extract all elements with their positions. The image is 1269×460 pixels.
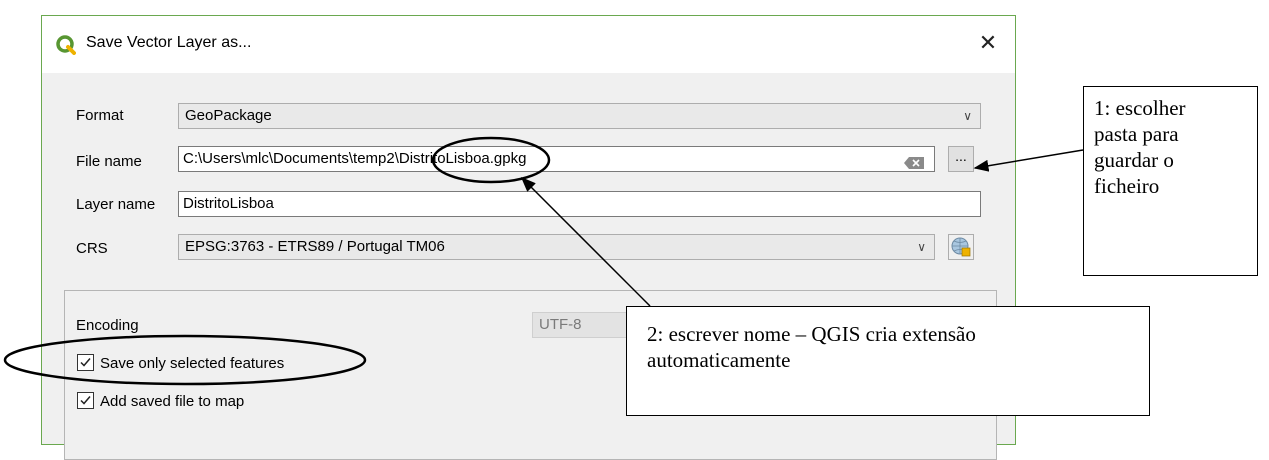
crs-selector-button[interactable] bbox=[948, 234, 974, 260]
globe-icon bbox=[950, 237, 972, 261]
crs-select[interactable]: EPSG:3763 - ETRS89 / Portugal TM06 ∨ bbox=[178, 234, 935, 260]
callout-folder-line2: pasta para bbox=[1094, 122, 1179, 146]
callout-filename: 2: escrever nome – QGIS cria extensão au… bbox=[626, 306, 1150, 416]
file-name-label: File name bbox=[76, 153, 142, 170]
file-name-value: C:\Users\mlc\Documents\temp2\DistritoLis… bbox=[183, 150, 527, 167]
browse-button-label: ... bbox=[955, 148, 967, 164]
layer-name-value: DistritoLisboa bbox=[183, 195, 274, 212]
close-button[interactable]: ✕ bbox=[975, 30, 1001, 56]
callout-folder-line1: 1: escolher bbox=[1094, 96, 1186, 120]
callout-filename-line1: 2: escrever nome – QGIS cria extensão bbox=[647, 322, 976, 346]
checkbox-checked-icon bbox=[77, 392, 94, 409]
save-selected-label: Save only selected features bbox=[100, 355, 285, 372]
layer-name-input[interactable]: DistritoLisboa bbox=[178, 191, 981, 217]
dialog-title: Save Vector Layer as... bbox=[86, 34, 252, 51]
format-select[interactable]: GeoPackage ∨ bbox=[178, 103, 981, 129]
clear-text-icon[interactable] bbox=[904, 153, 924, 169]
qgis-logo-icon bbox=[56, 35, 76, 55]
file-name-input[interactable]: C:\Users\mlc\Documents\temp2\DistritoLis… bbox=[178, 146, 935, 172]
chevron-down-icon: ∨ bbox=[963, 109, 972, 123]
browse-button[interactable]: ... bbox=[948, 146, 974, 172]
format-value: GeoPackage bbox=[185, 107, 272, 124]
callout-filename-line2: automaticamente bbox=[647, 348, 791, 372]
chevron-down-icon: ∨ bbox=[917, 240, 926, 254]
callout-folder-line3: guardar o bbox=[1094, 148, 1174, 172]
crs-value: EPSG:3763 - ETRS89 / Portugal TM06 bbox=[185, 238, 445, 255]
callout-folder-line4: ficheiro bbox=[1094, 174, 1160, 198]
callout-folder: 1: escolher pasta para guardar o ficheir… bbox=[1083, 86, 1258, 276]
encoding-value: UTF-8 bbox=[539, 316, 582, 333]
crs-label: CRS bbox=[76, 240, 108, 257]
format-label: Format bbox=[76, 107, 124, 124]
add-to-map-checkbox[interactable]: Add saved file to map bbox=[77, 392, 244, 412]
title-bar: Save Vector Layer as... ✕ bbox=[42, 16, 1015, 73]
save-selected-checkbox[interactable]: Save only selected features bbox=[77, 354, 284, 374]
layer-name-label: Layer name bbox=[76, 196, 156, 213]
add-to-map-label: Add saved file to map bbox=[100, 393, 245, 410]
encoding-label: Encoding bbox=[76, 317, 139, 334]
checkbox-checked-icon bbox=[77, 354, 94, 371]
close-icon: ✕ bbox=[978, 30, 998, 55]
